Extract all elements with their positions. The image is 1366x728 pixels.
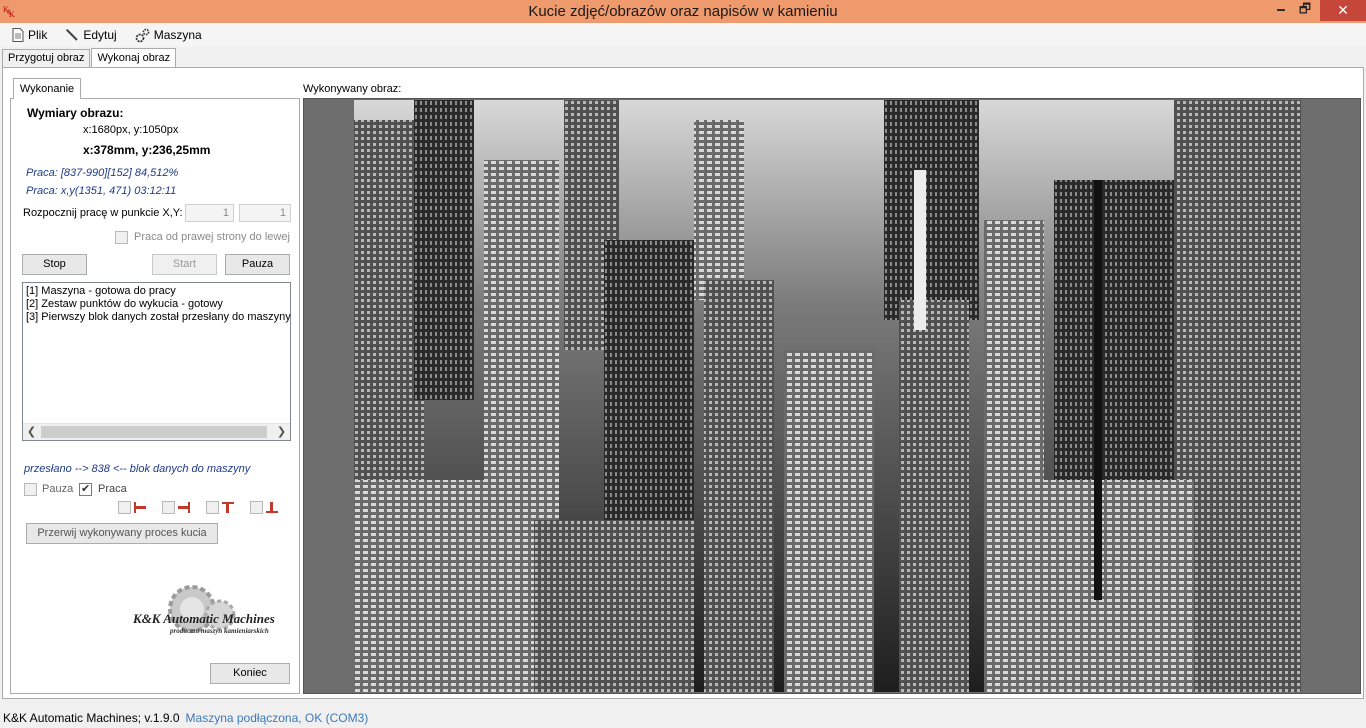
city-buildings-image [354,100,1301,692]
tab-przygotuj-obraz[interactable]: Przygotuj obraz [2,49,91,67]
close-icon: ✕ [1337,2,1349,18]
right-to-left-checkbox[interactable] [115,231,128,244]
limit-top-checkbox[interactable] [206,501,219,514]
limit-left-checkbox[interactable] [118,501,131,514]
limit-top-icon [222,502,234,513]
city-skyline-photo [354,100,1301,692]
tab-wykonanie[interactable]: Wykonanie [13,78,81,99]
limit-right-checkbox[interactable] [162,501,175,514]
scrollbar-thumb[interactable] [41,426,267,438]
tab-wykonaj-obraz[interactable]: Wykonaj obraz [91,48,177,68]
main-tabs: Przygotuj obraz Wykonaj obraz [2,47,177,68]
gears-icon [135,28,150,42]
dimensions-pixels: x:1680px, y:1050px [83,124,179,136]
title-bar: K K & Kucie zdjęć/obrazów oraz napisów w… [0,0,1366,23]
menu-maszyna-label: Maszyna [153,28,202,42]
limit-left-icon [134,502,146,513]
app-version-status: K&K Automatic Machines; v.1.9.0 [3,711,180,725]
work-state-checkbox[interactable] [79,482,92,496]
progress-position-text: Praca: x,y(1351, 471) 03:12:11 [26,185,177,197]
abort-process-button[interactable]: Przerwij wykonywany proces kucia [26,523,218,544]
progress-percent-text: Praca: [837-990][152] 84,512% [26,167,179,179]
menu-edytuj[interactable]: Edytuj [63,24,118,46]
pause-state-label: Pauza [42,483,74,495]
minimize-button[interactable]: 🗕 [1268,0,1294,21]
menu-bar: Plik Edytuj Maszyna [0,23,1366,47]
pencil-icon [66,29,79,41]
document-icon [12,28,24,42]
dimensions-heading: Wymiary obrazu: [27,106,124,120]
connection-status: Maszyna podłączona, OK (COM3) [185,711,369,725]
company-logo: K&K Automatic Machines producent maszyn … [120,585,285,650]
log-line: [2] Zestaw punktów do wykucia - gotowy [26,298,223,310]
maximize-button[interactable]: 🗗 [1294,0,1316,21]
limit-bottom-checkbox[interactable] [250,501,263,514]
limit-bottom-icon [266,502,278,513]
right-to-left-label: Praca od prawej strony do lewej [134,231,290,243]
log-line: [1] Maszyna - gotowa do pracy [26,285,176,297]
scroll-left-icon[interactable]: ❮ [23,424,40,440]
start-point-label: Rozpocznij pracę w punkcie X,Y: [23,207,183,219]
pause-state-checkbox[interactable] [24,483,37,496]
start-x-input[interactable]: 1 [185,204,234,222]
sent-block-status: przesłano --> 838 <-- blok danych do mas… [24,463,251,475]
menu-edytuj-label: Edytuj [83,28,117,42]
limit-right-icon [178,502,190,513]
menu-plik-label: Plik [28,28,48,42]
pause-button[interactable]: Pauza [225,254,290,275]
minimize-icon: 🗕 [1276,0,1286,16]
logo-subtitle: producent maszyn kamieniarskich [170,627,269,635]
end-button[interactable]: Koniec [210,663,290,684]
stop-button[interactable]: Stop [22,254,87,275]
restore-icon: 🗗 [1298,0,1312,16]
logo-title: K&K Automatic Machines [133,611,275,626]
event-log[interactable]: [1] Maszyna - gotowa do pracy [2] Zestaw… [22,282,291,441]
dimensions-mm: x:378mm, y:236,25mm [83,143,211,157]
start-button[interactable]: Start [152,254,217,275]
close-button[interactable]: ✕ [1320,0,1366,21]
work-state-label: Praca [98,483,127,495]
log-horizontal-scrollbar[interactable]: ❮ ❯ [23,423,290,440]
start-y-input[interactable]: 1 [239,204,291,222]
menu-maszyna[interactable]: Maszyna [133,24,204,46]
scroll-right-icon[interactable]: ❯ [273,424,290,440]
menu-plik[interactable]: Plik [10,24,49,46]
current-image-label: Wykonywany obraz: [303,83,402,95]
window-title: Kucie zdjęć/obrazów oraz napisów w kamie… [528,3,838,20]
status-bar: K&K Automatic Machines; v.1.9.0 Maszyna … [0,708,1366,728]
log-line: [3] Pierwszy blok danych został przesłan… [26,311,291,323]
